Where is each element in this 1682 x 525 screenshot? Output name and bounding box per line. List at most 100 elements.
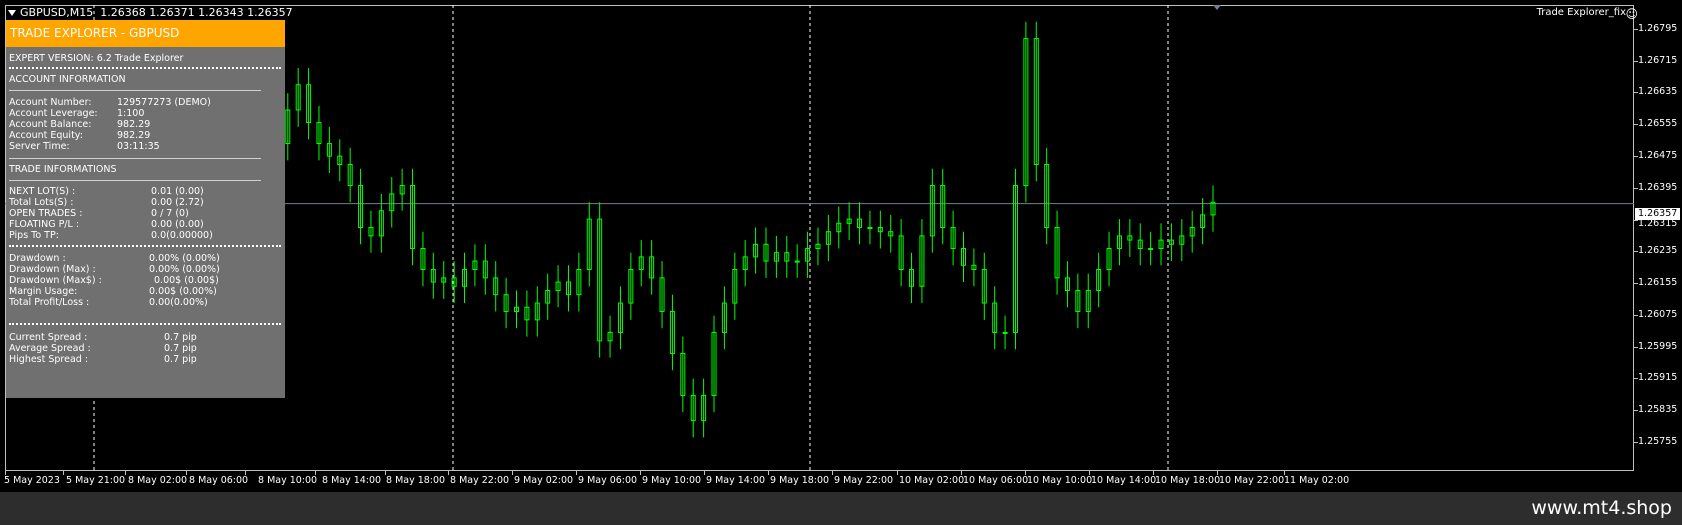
time-label: 10 May 14:00 [1091,475,1157,486]
time-label: 8 May 22:00 [450,475,510,486]
account-row-label: Account Equity: [9,130,83,141]
time-tick [704,471,705,475]
time-tick [245,471,246,475]
account-row-value: 1:100 [117,108,145,119]
panel-title: TRADE EXPLORER - GBPUSD [6,20,285,47]
divider [9,90,261,91]
time-label: 9 May 18:00 [770,475,830,486]
drawdown-row-label: Drawdown (Max) : [9,264,96,275]
drawdown-row-value: 0.00% (0.00%) [149,253,220,264]
divider [9,158,261,159]
time-tick [640,471,641,475]
candle-body [1002,331,1008,334]
account-section-title: ACCOUNT INFORMATION [9,74,126,85]
ohlc-values: 1.26368 1.26371 1.26343 1.26357 [100,6,293,19]
time-label: 8 May 10:00 [258,475,318,486]
brand-watermark: www.mt4.shop [1531,497,1672,519]
time-tick [1089,471,1090,475]
price-label: 1.26715 [1638,55,1678,66]
spread-row-value: 0.7 pip [164,332,197,343]
candle-body [1148,247,1154,250]
account-row-value: 982.29 [117,130,151,141]
time-tick [768,471,769,475]
chart-header: GBPUSD,M15 1.26368 1.26371 1.26343 1.263… [8,6,293,19]
price-label: 1.26555 [1638,118,1678,129]
trade-explorer-panel: TRADE EXPLORER - GBPUSD EXPERT VERSION: … [6,20,285,398]
price-label: 1.25835 [1638,404,1678,415]
candle-body [794,260,800,263]
time-label: 9 May 02:00 [514,475,574,486]
chart-menu-triangle-icon[interactable] [8,10,16,16]
account-row-value: 03:11:35 [117,141,160,152]
time-tick [186,471,187,475]
trade-row-value: 0 / 7 (0) [151,208,189,219]
time-tick [125,471,126,475]
trade-row-value: 0.00 (0.00) [151,219,204,230]
time-label: 10 May 22:00 [1219,475,1285,486]
trade-row-label: NEXT LOT(S) : [9,186,76,197]
symbol-timeframe: GBPUSD,M15 [20,6,94,19]
time-label: 9 May 06:00 [578,475,638,486]
drawdown-row-label: Margin Usage: [9,286,78,297]
time-label: 5 May 2023 [4,475,60,486]
smiley-icon[interactable]: ☺ [1625,7,1638,21]
time-label: 11 May 02:00 [1284,475,1350,486]
expert-advisor-name: Trade Explorer_fix [1536,7,1626,18]
current-price-label: 1.26357 [1635,208,1680,220]
footer-bar: www.mt4.shop [0,492,1682,525]
spread-row-label: Average Spread : [9,343,91,354]
trade-row-label: Total Lots(S) : [9,197,74,208]
divider [9,245,281,247]
candle-body [867,227,873,230]
divider [9,180,261,181]
time-tick [448,471,449,475]
time-label: 10 May 18:00 [1155,475,1221,486]
drawdown-row-value: 0.00$ (0.00$) [154,275,219,286]
trade-row-value: 0.00 (2.72) [151,197,204,208]
time-tick [1217,471,1218,475]
time-label: 8 May 02:00 [128,475,188,486]
time-tick [832,471,833,475]
time-tick [897,471,898,475]
drawdown-row-label: Total Profit/Loss : [9,297,90,308]
price-label: 1.26635 [1638,86,1678,97]
price-label: 1.25995 [1638,341,1678,352]
time-tick [1153,471,1154,475]
spread-row-value: 0.7 pip [164,354,197,365]
trade-row-value: 0.0(0.00000) [151,230,213,241]
price-label: 1.26075 [1638,309,1678,320]
drawdown-row-value: 0.00% (0.00%) [149,264,220,275]
drawdown-row-value: 0.00(0.00%) [149,297,208,308]
time-label: 10 May 02:00 [899,475,965,486]
trade-row-label: FLOATING P/L : [9,219,80,230]
time-label: 10 May 06:00 [963,475,1029,486]
trade-row-label: Pips To TP: [9,230,59,241]
price-label: 1.26395 [1638,182,1678,193]
account-row-label: Account Balance: [9,119,92,130]
account-row-value: 129577273 (DEMO) [117,97,211,108]
trade-row-value: 0.01 (0.00) [151,186,204,197]
account-row-label: Account Number: [9,97,92,108]
shift-marker-icon[interactable] [1213,5,1221,10]
time-label: 8 May 18:00 [386,475,446,486]
price-label: 1.26475 [1638,150,1678,161]
price-label: 1.26235 [1638,245,1678,256]
trade-row-label: OPEN TRADES : [9,208,83,219]
spread-row-label: Current Spread : [9,332,88,343]
time-label: 8 May 06:00 [189,475,249,486]
expert-version: EXPERT VERSION: 6.2 Trade Explorer [9,53,184,64]
time-label: 9 May 10:00 [642,475,702,486]
drawdown-row-label: Drawdown : [9,253,66,264]
spread-row-label: Highest Spread : [9,354,89,365]
account-row-label: Server Time: [9,141,70,152]
time-label: 8 May 14:00 [322,475,382,486]
drawdown-row-label: Drawdown (Max$) : [9,275,102,286]
price-label: 1.26155 [1638,277,1678,288]
time-tick [512,471,513,475]
price-label: 1.25755 [1638,436,1678,447]
account-row-label: Account Leverage: [9,108,98,119]
account-row-value: 982.29 [117,119,151,130]
trade-section-title: TRADE INFORMATIONS [9,164,117,175]
divider [9,323,281,325]
time-tick [1025,471,1026,475]
